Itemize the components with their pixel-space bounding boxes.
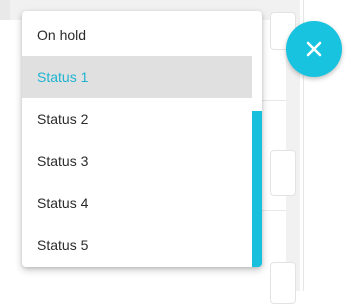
menu-item-label: Status 5 xyxy=(37,237,89,253)
menu-item-status-3[interactable]: Status 3 xyxy=(22,140,252,182)
menu-item-label: Status 4 xyxy=(37,195,89,211)
menu-item-status-2[interactable]: Status 2 xyxy=(22,98,252,140)
menu-scrollbar[interactable] xyxy=(252,11,262,267)
menu-item-on-hold[interactable]: On hold xyxy=(22,14,252,56)
menu-item-status-5[interactable]: Status 5 xyxy=(22,224,252,266)
status-dropdown-menu[interactable]: On hold Status 1 Status 2 Status 3 Statu… xyxy=(22,11,262,267)
close-button[interactable] xyxy=(286,21,342,77)
background-field xyxy=(270,262,296,304)
menu-item-label: Status 3 xyxy=(37,153,89,169)
background-divider xyxy=(262,100,286,101)
menu-item-status-1[interactable]: Status 1 xyxy=(22,56,252,98)
background-field xyxy=(270,150,296,196)
background-divider xyxy=(262,210,286,211)
menu-item-label: Status 1 xyxy=(37,69,89,85)
menu-item-label: On hold xyxy=(37,27,87,43)
close-icon xyxy=(306,41,322,57)
menu-item-label: Status 2 xyxy=(37,111,89,127)
menu-scrollbar-thumb[interactable] xyxy=(252,111,262,267)
menu-item-status-4[interactable]: Status 4 xyxy=(22,182,252,224)
